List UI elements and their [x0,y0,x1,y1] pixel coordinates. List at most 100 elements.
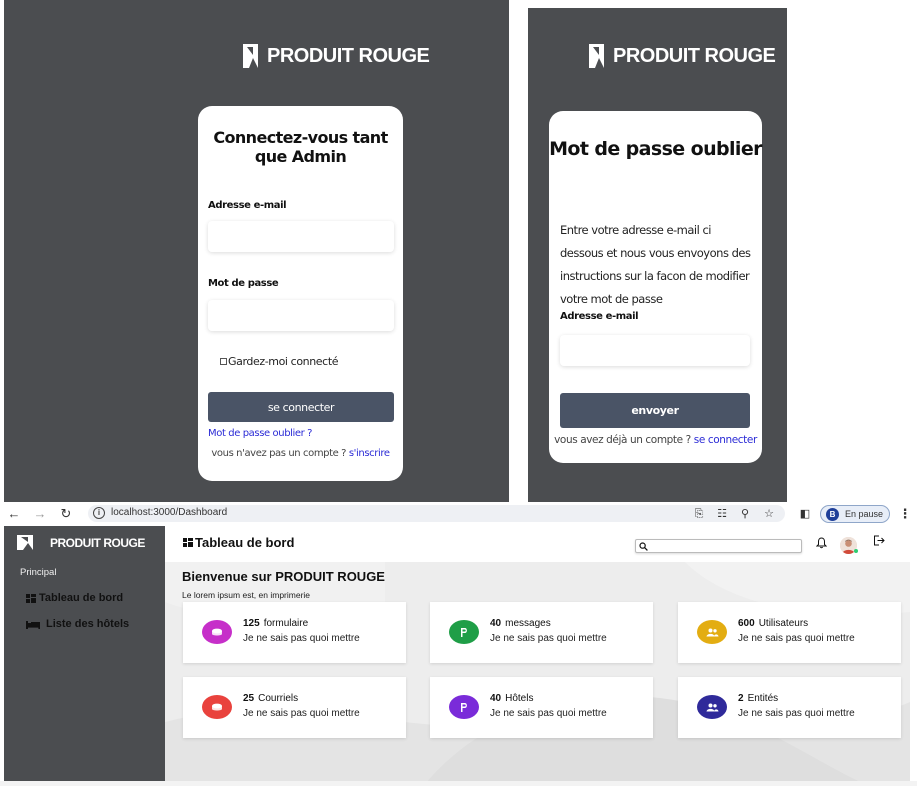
browser-window: ← → ↻ i localhost:3000/Dashboard ⎘ ☷ ⚲ ☆… [0,502,917,786]
remember-label: Gardez-moi connecté [228,355,339,368]
brand-name: PRODUIT ROUGE [613,44,776,67]
forgot-instructions: Entre votre adresse e-mail ci dessous et… [560,223,751,306]
online-status-dot [854,549,858,553]
form-icon [212,628,222,635]
stat-card-hotels[interactable]: 40 Hôtels Je ne sais pas quoi mettre [430,677,653,738]
forgot-password-screen: PRODUIT ROUGE Mot de passe oublier Entre… [528,8,787,502]
password-label: Mot de passe [208,278,279,289]
sidebar-item-label: Liste des hôtels [46,618,130,630]
stat-label: Entités [747,693,779,704]
stat-count: 40 [490,693,502,704]
stat-label: messages [505,618,551,629]
p-icon [461,627,467,637]
flag-logo-icon [243,44,258,68]
bed-icon [26,620,40,629]
stat-description: Je ne sais pas quoi mettre [243,633,360,644]
stat-count: 2 [738,693,744,704]
sidebar: PRODUIT ROUGE Principal Tableau de bord … [4,526,165,784]
reload-icon[interactable]: ↻ [58,506,74,522]
menu-kebab-icon[interactable]: ⋮ [897,506,913,522]
search-input[interactable] [635,539,802,553]
stat-title: 125 formulaire [243,618,308,629]
brand-logo[interactable]: PRODUIT ROUGE [17,535,145,550]
logout-icon[interactable] [873,535,885,546]
stat-card-forms[interactable]: 125 formulaire Je ne sais pas quoi mettre [183,602,406,663]
stat-count: 25 [243,693,255,704]
stat-label: Utilisateurs [758,618,809,629]
sidebar-item-dashboard[interactable]: Tableau de bord [26,592,123,604]
translate-icon[interactable]: ☷ [715,508,729,520]
back-icon[interactable]: ← [6,506,22,522]
forgot-password-link[interactable]: Mot de passe oublier ? [208,428,312,439]
stat-title: 2 Entités [738,693,778,704]
bookmark-star-icon[interactable]: ☆ [762,508,776,520]
forward-icon[interactable]: → [32,506,48,522]
remember-me[interactable]: Gardez-moi connecté [220,355,339,368]
no-account-text: vous n'avez pas un compte ? [211,448,347,459]
stat-title: 40 messages [490,618,551,629]
stat-description: Je ne sais pas quoi mettre [738,633,855,644]
side-panel-icon[interactable]: ◧ [797,506,813,522]
forgot-title: Mot de passe oublier [549,138,762,160]
brand-name: PRODUIT ROUGE [267,44,430,67]
stat-title: 40 Hôtels [490,693,533,704]
browser-toolbar: ← → ↻ i localhost:3000/Dashboard ⎘ ☷ ⚲ ☆… [0,502,917,525]
stat-icon-bg [449,620,479,644]
url-text[interactable]: localhost:3000/Dashboard [111,507,227,518]
login-title: Connectez-vous tant que Admin [213,128,388,166]
sidebar-item-hotels[interactable]: Liste des hôtels [26,618,129,630]
stat-icon-bg [449,695,479,719]
stat-description: Je ne sais pas quoi mettre [738,708,855,719]
email-label: Adresse e-mail [208,200,287,211]
email-label: Adresse e-mail [560,311,639,322]
flag-logo-icon [17,535,33,550]
page-title-text: Tableau de bord [195,535,295,550]
brand-logo: PRODUIT ROUGE [243,44,430,68]
profile-chip[interactable]: B En pause [820,505,890,523]
login-card: Connectez-vous tant que Admin Adresse e-… [198,106,403,481]
stat-card-emails[interactable]: 25 Courriels Je ne sais pas quoi mettre [183,677,406,738]
sidebar-section-label: Principal [20,567,57,578]
remember-checkbox[interactable] [220,358,227,365]
email-field[interactable] [560,335,750,366]
login-screen: PRODUIT ROUGE Connectez-vous tant que Ad… [4,0,509,502]
sidebar-item-label: Tableau de bord [39,592,124,604]
dashboard-icon [26,593,36,603]
zoom-icon[interactable]: ⚲ [738,508,752,520]
stat-card-messages[interactable]: 40 messages Je ne sais pas quoi mettre [430,602,653,663]
profile-status: En pause [845,509,884,519]
stat-card-users[interactable]: 600 Utilisateurs Je ne sais pas quoi mett… [678,602,901,663]
address-bar[interactable]: i localhost:3000/Dashboard ⎘ ☷ ⚲ ☆ [88,505,785,522]
login-link[interactable]: se connecter [694,434,758,446]
site-info-icon[interactable]: i [93,507,105,519]
stat-description: Je ne sais pas quoi mettre [490,633,607,644]
stat-card-entities[interactable]: 2 Entités Je ne sais pas quoi mettre [678,677,901,738]
page-title: Tableau de bord [183,535,294,550]
stat-icon-bg [202,695,232,719]
bell-icon[interactable] [816,537,827,549]
signup-row: vous n'avez pas un compte ? s'inscrire [198,448,403,459]
stat-label: Hôtels [505,693,534,704]
install-app-icon[interactable]: ⎘ [692,508,706,520]
stat-icon-bg [697,620,727,644]
email-field[interactable] [208,221,394,252]
p-icon [461,702,467,712]
signup-link[interactable]: s'inscrire [349,448,390,459]
welcome-heading: Bienvenue sur PRODUIT ROUGE [182,569,385,584]
profile-avatar: B [826,508,839,521]
forgot-card: Mot de passe oublier Entre votre adresse… [549,111,762,463]
stat-icon-bg [202,620,232,644]
stat-label: formulaire [263,618,309,629]
password-field[interactable] [208,300,394,331]
stat-description: Je ne sais pas quoi mettre [243,708,360,719]
login-hint-row: vous avez déjà un compte ? se connecter [549,434,762,446]
stat-count: 600 [738,618,755,629]
send-button[interactable]: envoyer [560,393,750,428]
login-button[interactable]: se connecter [208,392,394,422]
main-content: Tableau de bord Bienvenue sur PRODUIT RO… [165,526,910,784]
stat-description: Je ne sais pas quoi mettre [490,708,607,719]
dashboard-app: PRODUIT ROUGE Principal Tableau de bord … [0,526,917,786]
search-icon [639,542,648,551]
brand-logo: PRODUIT ROUGE [589,44,776,68]
users-icon [706,628,718,636]
